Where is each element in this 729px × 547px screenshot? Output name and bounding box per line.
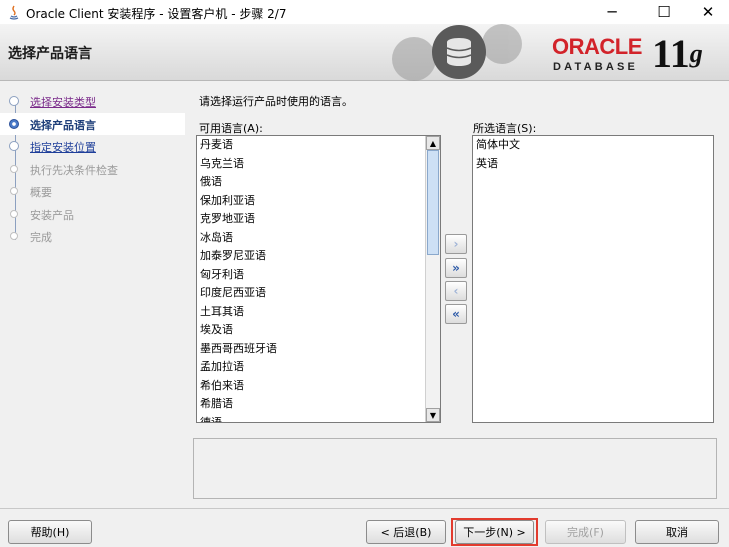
available-list-scrollbar[interactable]: ▲ ▼	[425, 136, 440, 422]
selected-languages-list[interactable]: 简体中文 英语	[472, 135, 714, 423]
remove-language-button[interactable]: ‹	[445, 281, 467, 301]
step-item: 概要	[0, 180, 185, 202]
list-item[interactable]: 克罗地亚语	[197, 210, 440, 229]
list-item[interactable]: 墨西哥西班牙语	[197, 340, 440, 359]
step-label: 选择产品语言	[30, 118, 96, 132]
maximize-button[interactable]: ☐	[641, 0, 687, 24]
header-banner: 选择产品语言 ORACLE DATABASE 11g	[0, 24, 729, 81]
list-item[interactable]: 德语	[197, 414, 440, 423]
oracle-logo: ORACLE	[552, 34, 642, 59]
step-label: 概要	[30, 186, 52, 199]
step-indicator-icon	[9, 118, 19, 129]
bottom-divider	[0, 508, 729, 509]
version-number: 11	[652, 31, 690, 76]
step-item[interactable]: 选择产品语言	[0, 112, 185, 135]
list-item[interactable]: 埃及语	[197, 321, 440, 340]
available-items: 丹麦语 乌克兰语 俄语 保加利亚语 克罗地亚语 冰岛语 加泰罗尼亚语 匈牙利语 印度尼西亚语 土耳…	[197, 136, 440, 423]
add-language-button[interactable]: ›	[445, 234, 467, 254]
list-item[interactable]: 加泰罗尼亚语	[197, 247, 440, 266]
version-logo: 11g	[652, 34, 703, 74]
list-item[interactable]: 土耳其语	[197, 303, 440, 322]
step-indicator-icon	[9, 96, 19, 106]
scroll-down-icon[interactable]: ▼	[426, 408, 440, 422]
help-button[interactable]: 帮助(H)	[8, 520, 92, 544]
description-panel	[193, 438, 717, 499]
step-label: 指定安装位置	[30, 141, 96, 154]
step-item: 安装产品	[0, 203, 185, 225]
finish-button[interactable]: 完成(F)	[545, 520, 626, 544]
available-languages-list[interactable]: 丹麦语 乌克兰语 俄语 保加利亚语 克罗地亚语 冰岛语 加泰罗尼亚语 匈牙利语 印度尼西亚语 土耳…	[196, 135, 441, 423]
gears-graphic-icon	[392, 24, 522, 81]
list-item[interactable]: 俄语	[197, 173, 440, 192]
version-suffix: g	[689, 39, 703, 68]
page-title: 选择产品语言	[8, 46, 92, 62]
list-item[interactable]: 保加利亚语	[197, 192, 440, 211]
list-item[interactable]: 乌克兰语	[197, 155, 440, 174]
step-item[interactable]: 选择安装类型	[0, 90, 185, 112]
close-button[interactable]: ✕	[685, 0, 729, 24]
list-item[interactable]: 孟加拉语	[197, 358, 440, 377]
list-item[interactable]: 丹麦语	[197, 136, 440, 155]
list-item[interactable]: 希腊语	[197, 395, 440, 414]
scroll-up-icon[interactable]: ▲	[426, 136, 440, 150]
step-label: 执行先决条件检查	[30, 163, 118, 177]
step-label: 选择安装类型	[30, 96, 96, 109]
step-label: 安装产品	[30, 208, 74, 222]
java-app-icon	[9, 5, 19, 20]
list-item[interactable]: 匈牙利语	[197, 266, 440, 285]
back-button[interactable]: < 后退(B)	[366, 520, 446, 544]
step-item[interactable]: 指定安装位置	[0, 135, 185, 157]
list-item[interactable]: 希伯来语	[197, 377, 440, 396]
selected-languages-label: 所选语言(S):	[473, 122, 537, 135]
available-languages-label: 可用语言(A):	[199, 122, 263, 135]
step-item: 完成	[0, 225, 185, 247]
database-label: DATABASE	[553, 61, 639, 73]
window-title: Oracle Client 安装程序 - 设置客户机 - 步骤 2/7	[26, 7, 287, 21]
scroll-thumb[interactable]	[427, 150, 439, 255]
list-item[interactable]: 简体中文	[473, 136, 713, 155]
list-item[interactable]: 冰岛语	[197, 229, 440, 248]
minimize-button[interactable]: ─	[589, 0, 635, 24]
step-indicator-icon	[10, 232, 18, 240]
step-indicator-icon	[10, 164, 18, 173]
step-indicator-icon	[10, 187, 18, 195]
selected-items: 简体中文 英语	[473, 136, 713, 173]
next-button-highlight	[451, 518, 538, 546]
list-item[interactable]: 英语	[473, 155, 713, 174]
cancel-button[interactable]: 取消	[635, 520, 719, 544]
instruction-text: 请选择运行产品时使用的语言。	[199, 95, 353, 108]
remove-all-languages-button[interactable]: «	[445, 304, 467, 324]
step-indicator-icon	[9, 141, 19, 151]
step-label: 完成	[30, 231, 52, 244]
list-item[interactable]: 印度尼西亚语	[197, 284, 440, 303]
step-indicator-icon	[10, 209, 18, 218]
add-all-languages-button[interactable]: »	[445, 258, 467, 278]
step-item: 执行先决条件检查	[0, 158, 185, 180]
